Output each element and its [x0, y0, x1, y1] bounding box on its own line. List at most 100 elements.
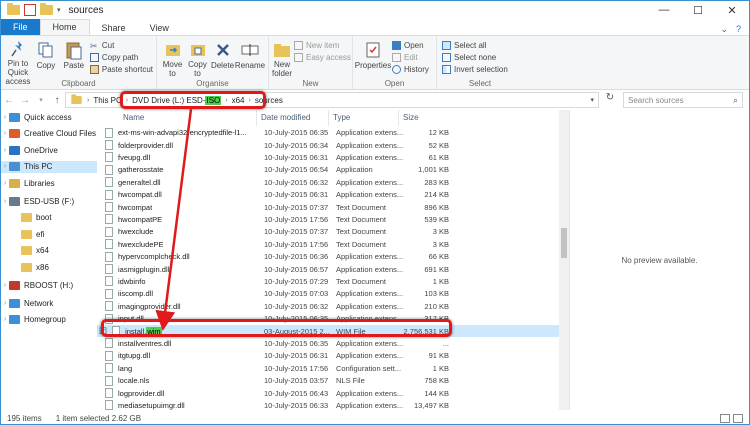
quick-access-dropdown-icon[interactable]: ▾ — [57, 6, 61, 14]
new-folder-quick-icon[interactable] — [40, 3, 53, 15]
nav-item-efi[interactable]: efi — [1, 228, 97, 240]
maximize-button[interactable]: ☐ — [681, 1, 715, 19]
expand-chevron-icon[interactable]: › — [1, 282, 9, 289]
table-row[interactable]: hwcompatPE 10-July-2015 17:56 Text Documen… — [97, 213, 559, 225]
table-row[interactable]: mediasetupuimgr.dll 10-July-2015 06:33 App… — [97, 399, 559, 410]
select-none-button[interactable]: Select none — [442, 53, 508, 62]
new-item-button[interactable]: New item — [294, 41, 351, 50]
close-button[interactable]: ✕ — [715, 1, 749, 19]
table-row[interactable]: hwcompat 10-July-2015 07:37 Text Document 8… — [97, 201, 559, 213]
nav-item-libraries[interactable]: › Libraries — [1, 177, 97, 189]
help-icon[interactable]: ? — [736, 24, 741, 35]
table-row[interactable]: hypervcomplcheck.dll 10-July-2015 06:36 Ap… — [97, 251, 559, 263]
tab-home[interactable]: Home — [39, 19, 90, 35]
up-icon[interactable]: ↑ — [49, 95, 65, 106]
table-row[interactable]: generaltel.dll 10-July-2015 06:32 Applicat… — [97, 176, 559, 188]
easy-access-button[interactable]: Easy access — [294, 53, 351, 62]
invert-selection-button[interactable]: Invert selection — [442, 65, 508, 74]
table-row[interactable]: installventres.dll 10-July-2015 06:35 Appl… — [97, 337, 559, 349]
copy-button[interactable]: Copy — [32, 38, 60, 78]
pin-quick-access-button[interactable]: Pin to Quick access — [4, 38, 32, 86]
table-row[interactable]: imagingprovider.dll 10-July-2015 06:32 App… — [97, 300, 559, 312]
cut-button[interactable]: ✂ Cut — [90, 41, 153, 51]
properties-quick-icon[interactable] — [24, 4, 36, 16]
file-name: mediasetupuimgr.dll — [118, 400, 185, 410]
nav-item-rboost-h[interactable]: › RBOOST (H:) — [1, 279, 97, 291]
recent-locations-icon[interactable]: ▾ — [33, 96, 49, 104]
expand-chevron-icon[interactable]: › — [1, 130, 9, 137]
column-date-modified[interactable]: Date modified — [257, 110, 329, 126]
nav-item-boot[interactable]: boot — [1, 212, 97, 224]
refresh-icon[interactable]: ↻ — [601, 92, 619, 108]
table-row[interactable]: idwbinfo 10-July-2015 07:29 Text Document 1… — [97, 275, 559, 287]
paste-shortcut-button[interactable]: Paste shortcut — [89, 65, 153, 74]
table-row[interactable]: lang 10-July-2015 17:56 Configuration sett… — [97, 362, 559, 374]
rename-button[interactable]: Rename — [235, 38, 265, 78]
nav-item-creative-cloud-files[interactable]: › Creative Cloud Files — [1, 128, 97, 140]
table-row[interactable]: folderprovider.dll 10-July-2015 06:34 Appl… — [97, 139, 559, 151]
expand-chevron-icon[interactable]: › — [1, 147, 9, 154]
tab-file[interactable]: File — [1, 19, 40, 35]
new-folder-icon — [272, 40, 292, 59]
search-input[interactable]: Search sources ⌕ — [623, 92, 743, 108]
file-name-cell: lang — [97, 363, 261, 374]
back-icon[interactable]: ← — [1, 95, 17, 106]
forward-icon[interactable]: → — [17, 95, 33, 106]
history-button[interactable]: History — [392, 65, 429, 74]
table-row[interactable]: hwexclude 10-July-2015 07:37 Text Document… — [97, 226, 559, 238]
nav-item-esd-usb-f[interactable]: › ESD-USB (F:) — [1, 195, 97, 207]
expand-chevron-icon[interactable]: › — [1, 114, 9, 121]
expand-chevron-icon[interactable]: › — [1, 163, 9, 170]
table-row[interactable]: logprovider.dll 10-July-2015 06:43 Applica… — [97, 387, 559, 399]
new-group-label: New — [302, 79, 319, 88]
large-icons-view-icon[interactable] — [733, 413, 743, 423]
file-name-cell: iiscomp.dll — [97, 288, 261, 299]
copy-path-button[interactable]: Copy path — [89, 53, 153, 62]
nav-item-onedrive[interactable]: › OneDrive — [1, 144, 97, 156]
scrollbar-thumb[interactable] — [561, 228, 567, 258]
nav-item-network[interactable]: › Network — [1, 297, 97, 309]
nav-item-quick-access[interactable]: › Quick access — [1, 111, 97, 123]
select-all-button[interactable]: Select all — [442, 41, 508, 50]
details-view-icon[interactable] — [720, 413, 730, 423]
expand-chevron-icon[interactable]: › — [1, 180, 9, 187]
vertical-scrollbar[interactable] — [559, 110, 569, 410]
new-folder-button[interactable]: New folder — [272, 38, 292, 78]
table-row[interactable]: hwcompat.dll 10-July-2015 06:31 Applicatio… — [97, 189, 559, 201]
breadcrumb-this-pc[interactable]: This PC — [93, 96, 121, 105]
file-icon — [105, 301, 113, 312]
tab-share[interactable]: Share — [90, 21, 138, 35]
table-row[interactable]: iiscomp.dll 10-July-2015 07:03 Application… — [97, 288, 559, 300]
ribbon-collapse-icon[interactable]: ⌄ — [720, 24, 728, 35]
table-row[interactable]: ext-ms-win-advapi32-encryptedfile-l1... 1… — [97, 127, 559, 139]
nav-item-this-pc[interactable]: › This PC — [1, 160, 97, 173]
column-size[interactable]: Size — [399, 110, 447, 126]
table-row[interactable]: hwexcludePE 10-July-2015 17:56 Text Docume… — [97, 238, 559, 250]
table-row[interactable]: itgtupg.dll 10-July-2015 06:31 Application… — [97, 350, 559, 362]
nav-item-x64[interactable]: x64 — [1, 245, 97, 257]
column-type[interactable]: Type — [329, 110, 399, 126]
nav-item-homegroup[interactable]: › Homegroup — [1, 314, 97, 326]
column-name[interactable]: Name — [97, 110, 257, 126]
copy-to-button[interactable]: Copy to — [185, 38, 210, 78]
address-dropdown-icon[interactable]: ▾ — [590, 96, 594, 104]
properties-button[interactable]: Properties — [355, 38, 391, 78]
expand-chevron-icon[interactable]: › — [1, 316, 9, 323]
expand-chevron-icon[interactable]: › — [1, 198, 9, 205]
move-to-button[interactable]: Move to — [160, 38, 185, 78]
file-size: 1 KB — [432, 363, 449, 373]
paste-button[interactable]: Paste — [60, 38, 88, 78]
tab-view[interactable]: View — [138, 21, 181, 35]
table-row[interactable]: iasmigplugin.dll 10-July-2015 06:57 Applic… — [97, 263, 559, 275]
table-row[interactable]: fveupg.dll 10-July-2015 06:31 Application … — [97, 151, 559, 163]
delete-button[interactable]: Delete — [210, 38, 235, 78]
table-row[interactable]: locale.nls 10-July-2015 03:57 NLS File 758 … — [97, 375, 559, 387]
open-button[interactable]: Open — [392, 41, 429, 50]
select-all-icon — [442, 41, 451, 50]
expand-chevron-icon[interactable]: › — [1, 300, 9, 307]
minimize-button[interactable]: — — [647, 1, 681, 19]
table-row[interactable]: gatherosstate 10-July-2015 06:54 Applicati… — [97, 164, 559, 176]
paste-shortcut-label: Paste shortcut — [101, 65, 153, 74]
edit-button[interactable]: Edit — [392, 53, 429, 62]
nav-item-x86[interactable]: x86 — [1, 261, 97, 273]
